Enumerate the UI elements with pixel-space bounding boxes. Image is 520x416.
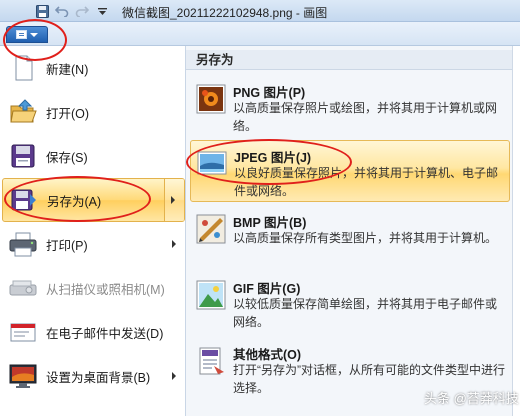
- menu-item-label: 保存(S): [46, 150, 88, 165]
- chevron-right-icon: [172, 240, 176, 248]
- menu-item-label: 在电子邮件中发送(D): [46, 326, 164, 341]
- format-description: 以良好质量保存照片，并将其用于计算机、电子邮件或网络。: [234, 166, 499, 198]
- format-description: 以较低质量保存简单绘图，并将其用于电子邮件或网络。: [233, 297, 498, 329]
- menu-item-save[interactable]: 保存(S): [0, 134, 186, 178]
- save-as-bmp[interactable]: BMP 图片(B) 以高质量保存所有类型图片，并将其用于计算机。: [190, 206, 510, 268]
- canvas-edge: [512, 46, 520, 416]
- menu-item-label: 设置为桌面背景(B): [46, 370, 151, 385]
- menu-item-new[interactable]: 新建(N): [0, 46, 186, 90]
- menu-item-label: 打印(P): [46, 238, 88, 253]
- menu-item-label: 打开(O): [46, 106, 90, 121]
- chevron-down-icon: [30, 32, 38, 37]
- submenu-header: 另存为: [186, 50, 512, 70]
- email-icon: [7, 316, 39, 348]
- undo-icon[interactable]: [54, 3, 70, 19]
- file-menu: 新建(N) 打开(O) 保存(S) 另存为(A) 打印(P) 从扫描仪或照相机(…: [0, 46, 186, 416]
- redo-icon[interactable]: [74, 3, 90, 19]
- customize-dropdown-icon[interactable]: [94, 3, 110, 19]
- app-menu-button[interactable]: [6, 26, 48, 43]
- format-description: 以高质量保存照片或绘图，并将其用于计算机或网络。: [233, 101, 498, 133]
- window-title: 微信截图_20211222102948.png - 画图: [122, 6, 328, 20]
- png-image-icon: [196, 84, 226, 114]
- menu-item-save-as[interactable]: 另存为(A): [2, 178, 185, 222]
- title-bar: 微信截图_20211222102948.png - 画图: [0, 0, 520, 22]
- save-as-jpeg[interactable]: JPEG 图片(J) 以良好质量保存照片，并将其用于计算机、电子邮件或网络。: [190, 140, 510, 202]
- menu-item-open[interactable]: 打开(O): [0, 90, 186, 134]
- open-folder-icon: [7, 96, 39, 128]
- menu-item-label: 新建(N): [46, 62, 89, 77]
- scanner-icon: [7, 272, 39, 304]
- ribbon-bar: [0, 22, 520, 46]
- jpeg-image-icon: [197, 149, 227, 179]
- document-icon: [16, 30, 27, 39]
- new-document-icon: [7, 52, 39, 84]
- desktop-icon: [7, 360, 39, 392]
- bmp-image-icon: [196, 214, 226, 244]
- menu-item-email[interactable]: 在电子邮件中发送(D): [0, 310, 186, 354]
- save-as-png[interactable]: PNG 图片(P) 以高质量保存照片或绘图，并将其用于计算机或网络。: [190, 76, 510, 138]
- menu-item-print[interactable]: 打印(P): [0, 222, 186, 266]
- save-as-gif[interactable]: GIF 图片(G) 以较低质量保存简单绘图，并将其用于电子邮件或网络。: [190, 272, 510, 334]
- menu-item-desktop-background[interactable]: 设置为桌面背景(B): [0, 354, 186, 398]
- chevron-right-icon: [171, 196, 175, 204]
- chevron-right-icon: [172, 372, 176, 380]
- menu-item-label: 另存为(A): [47, 194, 102, 209]
- floppy-icon: [7, 140, 39, 172]
- other-format-icon: [196, 346, 226, 376]
- printer-icon: [7, 228, 39, 260]
- watermark: 头条 @苔莽科技: [424, 391, 519, 406]
- menu-item-label: 从扫描仪或照相机(M): [46, 282, 165, 297]
- save-as-submenu: 另存为 PNG 图片(P) 以高质量保存照片或绘图，并将其用于计算机或网络。 J…: [186, 46, 520, 416]
- gif-image-icon: [196, 280, 226, 310]
- format-description: 以高质量保存所有类型图片，并将其用于计算机。: [233, 231, 498, 245]
- save-icon[interactable]: [34, 3, 50, 19]
- save-as-icon: [8, 184, 40, 216]
- menu-item-scanner[interactable]: 从扫描仪或照相机(M): [0, 266, 186, 310]
